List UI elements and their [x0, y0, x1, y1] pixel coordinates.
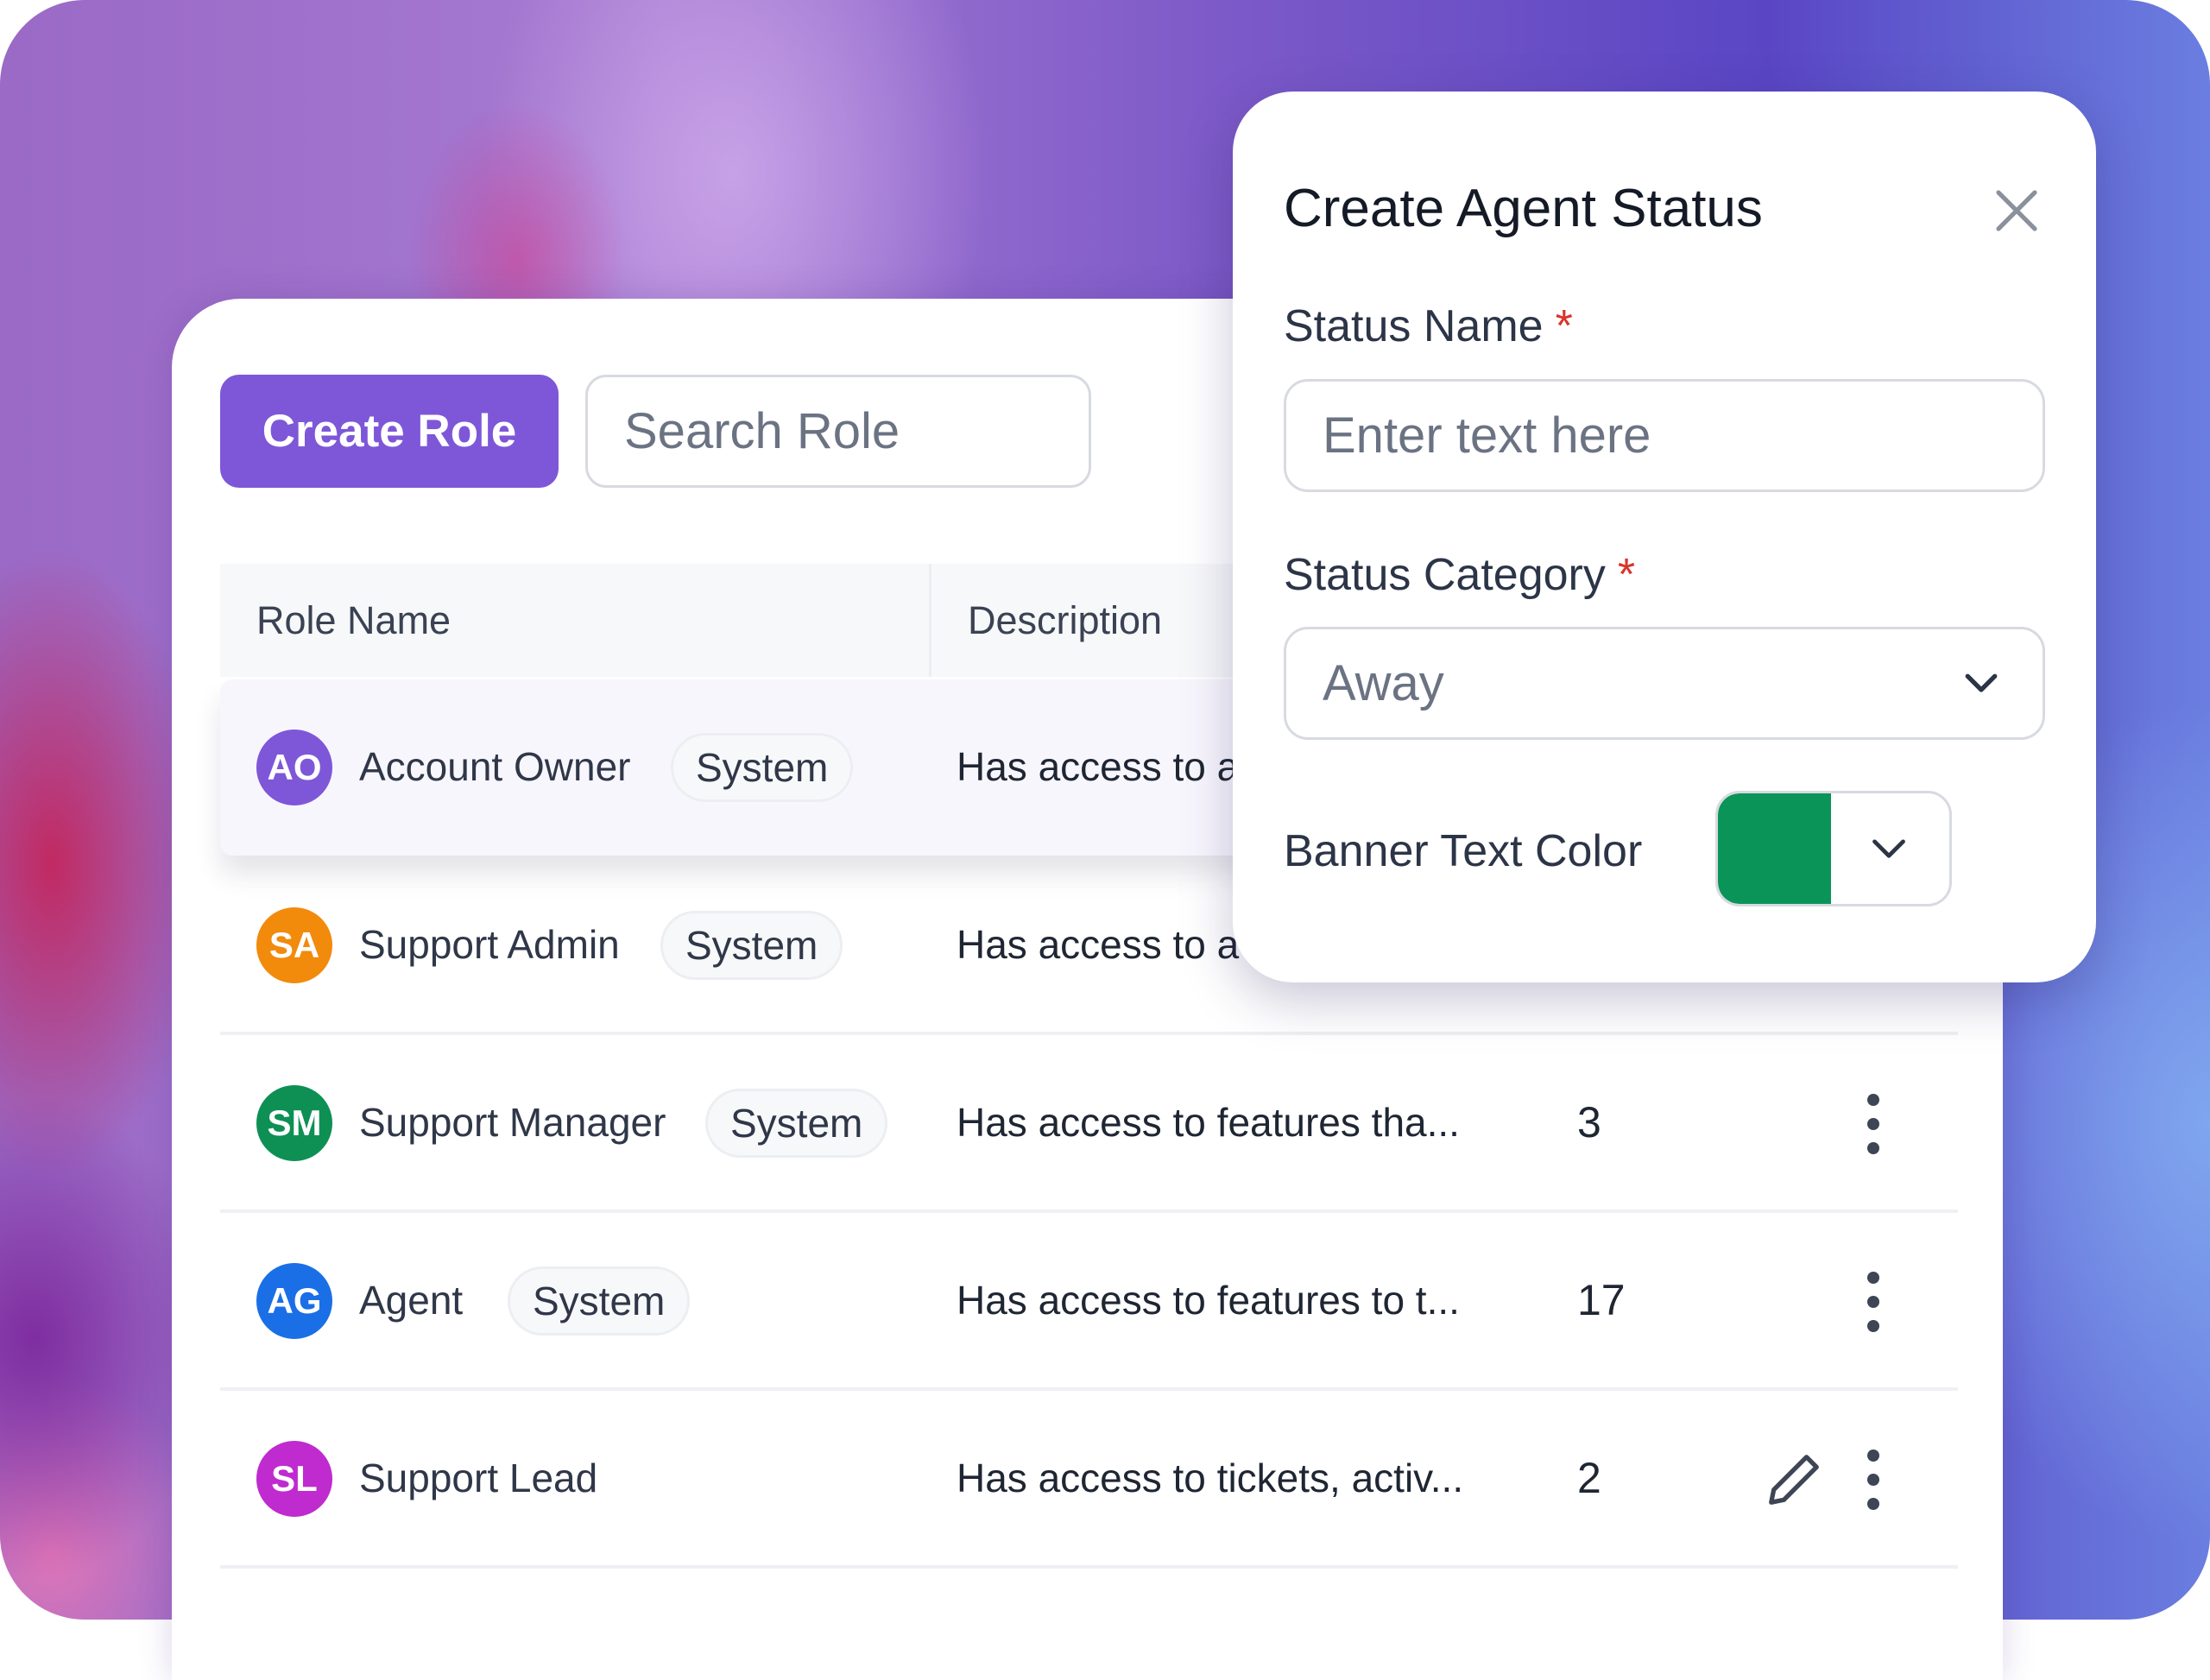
avatar: AG	[256, 1263, 332, 1339]
role-name: Support Manager	[359, 1100, 666, 1145]
system-badge: System	[705, 1089, 888, 1158]
system-badge: System	[660, 911, 843, 980]
user-count: 3	[1577, 1098, 1601, 1146]
close-icon[interactable]	[1992, 186, 2041, 235]
role-description: Has access to features tha...	[957, 1100, 1460, 1145]
status-name-input[interactable]	[1284, 379, 2045, 492]
role-description: Has access to features to t...	[957, 1278, 1460, 1323]
column-divider	[929, 564, 931, 677]
avatar: SM	[256, 1085, 332, 1161]
status-name-label-text: Status Name	[1284, 301, 1544, 351]
status-name-label: Status Name *	[1284, 300, 1573, 352]
chevron-down-icon	[1965, 673, 1998, 692]
banner-text-color-label: Banner Text Color	[1284, 826, 1643, 876]
search-role-input[interactable]	[585, 375, 1091, 488]
role-description: Has access to a	[957, 744, 1240, 789]
role-name: Support Lead	[359, 1456, 598, 1500]
system-badge: System	[508, 1266, 691, 1336]
avatar: SL	[256, 1441, 332, 1517]
role-name: Support Admin	[359, 922, 620, 967]
more-options-icon[interactable]	[1856, 1449, 1891, 1510]
status-category-label: Status Category *	[1284, 549, 1635, 601]
role-description: Has access to tickets, activ...	[957, 1456, 1464, 1500]
status-category-select[interactable]: Away	[1284, 627, 2045, 740]
status-category-label-text: Status Category	[1284, 550, 1606, 600]
chevron-down-icon	[1872, 839, 1905, 858]
system-badge: System	[671, 733, 854, 802]
table-row[interactable]: AG Agent System Has access to features t…	[220, 1213, 1958, 1389]
avatar: AO	[256, 729, 332, 805]
more-options-icon[interactable]	[1856, 1094, 1891, 1154]
required-asterisk: *	[1617, 550, 1636, 600]
status-category-value: Away	[1323, 655, 1444, 711]
role-name: Account Owner	[359, 744, 631, 789]
row-divider	[220, 1565, 1958, 1569]
user-count: 2	[1577, 1454, 1601, 1502]
edit-pencil-icon[interactable]	[1764, 1449, 1824, 1510]
role-description: Has access to a	[957, 922, 1240, 967]
column-header-description[interactable]: Description	[968, 564, 1162, 677]
role-name: Agent	[359, 1278, 464, 1323]
table-row[interactable]: SL Support Lead Has access to tickets, a…	[220, 1391, 1958, 1567]
table-row[interactable]: SM Support Manager System Has access to …	[220, 1035, 1958, 1211]
column-header-role-name[interactable]: Role Name	[256, 564, 451, 677]
create-role-button[interactable]: Create Role	[220, 375, 559, 488]
create-agent-status-dialog: Create Agent Status Status Name* Status …	[1233, 92, 2096, 982]
required-asterisk: *	[1555, 301, 1573, 351]
dialog-title: Create Agent Status	[1284, 179, 1763, 238]
color-swatch	[1718, 793, 1831, 904]
banner-text-color-picker[interactable]	[1715, 791, 1952, 906]
more-options-icon[interactable]	[1856, 1272, 1891, 1332]
avatar: SA	[256, 907, 332, 983]
user-count: 17	[1577, 1276, 1626, 1324]
